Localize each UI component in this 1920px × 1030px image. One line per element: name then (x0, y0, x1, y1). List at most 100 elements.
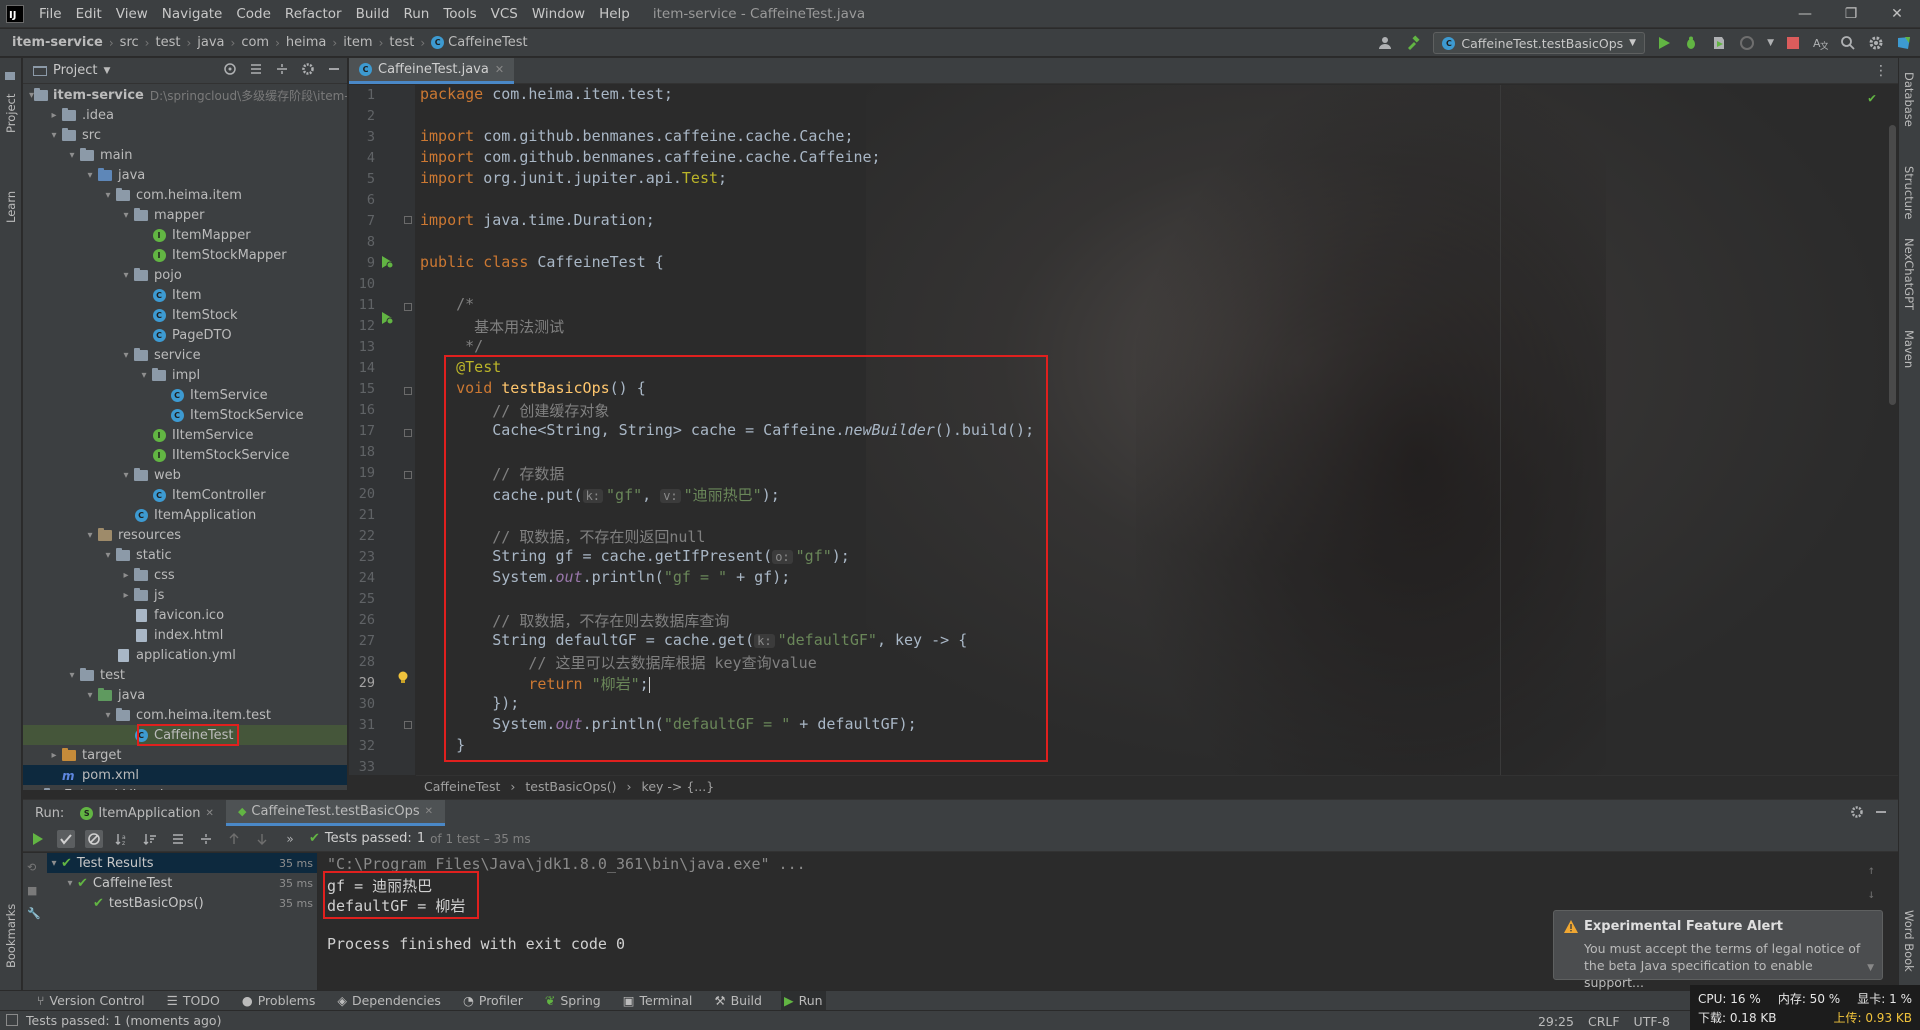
close-icon[interactable]: ✕ (206, 808, 214, 819)
tree-item[interactable]: I IItemService (23, 425, 347, 445)
tree-item[interactable]: ▾ main (23, 145, 347, 165)
sort-alpha-icon[interactable]: az (113, 830, 131, 848)
chevron-down-icon[interactable]: ▾ (101, 190, 115, 201)
translate-icon[interactable]: A文 (1812, 35, 1828, 51)
code-crumb-method[interactable]: testBasicOps() (525, 779, 616, 794)
chevron-right-icon[interactable]: ▸ (119, 570, 133, 581)
tree-item[interactable]: ▸ .idea (23, 105, 347, 125)
tool-tab-version-control[interactable]: ⑂ Version Control (34, 991, 148, 1011)
breadcrumb-caffeinetest[interactable]: C CaffeineTest (427, 35, 531, 50)
settings-gear-icon[interactable] (301, 62, 315, 76)
chevron-down-icon[interactable]: ▼ (103, 66, 110, 76)
tree-item[interactable]: C CaffeineTest (23, 724, 347, 746)
breadcrumb-item-service[interactable]: item-service (0, 35, 107, 50)
settings-gear-icon[interactable] (1868, 35, 1884, 51)
show-ignored-icon[interactable] (85, 829, 103, 848)
close-icon[interactable]: ✕ (495, 63, 504, 76)
chevron-right-icon[interactable]: ▸ (29, 790, 43, 791)
fold-marker-icon[interactable] (404, 429, 412, 437)
menu-item-file[interactable]: File (32, 6, 69, 22)
chevron-down-icon[interactable]: ▼ (1767, 38, 1774, 48)
locate-icon[interactable] (223, 62, 237, 76)
menu-item-window[interactable]: Window (525, 6, 592, 22)
chevron-right-icon[interactable]: ▸ (47, 750, 61, 761)
chevron-down-icon[interactable]: ▾ (63, 878, 77, 889)
tree-item[interactable]: ▾ pojo (23, 265, 347, 285)
tool-tab-run[interactable]: ▶ Run (780, 990, 826, 1011)
chevron-down-icon[interactable]: ▾ (65, 150, 79, 161)
tree-item[interactable]: C ItemStockService (23, 405, 347, 425)
stripe-tab-word-book[interactable]: Word Book (1902, 910, 1916, 972)
fold-marker-icon[interactable] (404, 471, 412, 479)
menu-item-edit[interactable]: Edit (69, 6, 109, 22)
scroll-down-icon[interactable]: ↓ (1868, 887, 1875, 901)
minimize-icon[interactable]: — (1782, 0, 1828, 28)
breadcrumb-test[interactable]: test (151, 35, 184, 50)
breadcrumb-com[interactable]: com (237, 35, 273, 50)
search-icon[interactable] (1840, 35, 1856, 51)
chevron-down-icon[interactable]: ▾ (83, 170, 97, 181)
stop-icon[interactable] (1786, 36, 1800, 50)
breadcrumb-heima[interactable]: heima (282, 35, 330, 50)
chevron-down-icon[interactable]: ▾ (83, 690, 97, 701)
hide-panel-icon[interactable] (327, 62, 341, 76)
tool-tab-build[interactable]: ⚒ Build (711, 991, 765, 1011)
tree-item[interactable]: I ItemMapper (23, 225, 347, 245)
expand-all-icon[interactable] (169, 830, 187, 848)
run-icon[interactable] (1657, 36, 1671, 50)
stripe-tab-learn[interactable]: Learn (4, 191, 18, 223)
test-tree-row-method[interactable]: ✔ testBasicOps() 35 ms (47, 893, 317, 913)
tool-tab-dependencies[interactable]: ◈ Dependencies (334, 991, 444, 1011)
editor-tab-caffeinetest[interactable]: C CaffeineTest.java ✕ (349, 58, 515, 84)
chevron-down-icon[interactable]: ▾ (65, 670, 79, 681)
hide-panel-icon[interactable] (1874, 805, 1888, 819)
tree-item[interactable]: ▾ src (23, 125, 347, 145)
chevron-down-icon[interactable]: ▾ (101, 550, 115, 561)
pin-icon[interactable]: ⟲ (27, 861, 41, 874)
stripe-tab-project[interactable]: Project (4, 94, 18, 133)
tree-item[interactable]: ▾ web (23, 465, 347, 485)
tree-item[interactable]: C Item (23, 285, 347, 305)
tree-item[interactable]: ▾ com.heima.item (23, 185, 347, 205)
menu-item-run[interactable]: Run (396, 6, 436, 22)
close-icon[interactable]: ✕ (425, 806, 433, 817)
profiler-icon[interactable] (1739, 35, 1755, 51)
tree-item[interactable]: C PageDTO (23, 325, 347, 345)
show-passed-icon[interactable] (57, 829, 75, 848)
project-tool-icon[interactable] (4, 70, 16, 82)
tree-item[interactable]: ▾ static (23, 545, 347, 565)
tree-item[interactable]: C ItemController (23, 485, 347, 505)
chevron-down-icon[interactable]: ▾ (101, 710, 115, 721)
rerun-icon[interactable] (29, 830, 47, 848)
tree-item[interactable]: ▾ impl (23, 365, 347, 385)
menu-item-refactor[interactable]: Refactor (278, 6, 349, 22)
chevron-down-icon[interactable]: ▾ (119, 210, 133, 221)
fold-marker-icon[interactable] (404, 387, 412, 395)
chevron-down-icon[interactable]: ▾ (119, 470, 133, 481)
tree-item[interactable]: ▾ mapper (23, 205, 347, 225)
stripe-tab-maven[interactable]: Maven (1902, 330, 1916, 368)
tree-item[interactable]: ▾ service (23, 345, 347, 365)
wrench-icon[interactable]: 🔧 (27, 907, 41, 920)
tree-item[interactable]: C ItemStock (23, 305, 347, 325)
chevron-down-icon[interactable]: ▾ (119, 350, 133, 361)
code-editor[interactable]: ✔ package com.heima.item.test; import co… (416, 85, 1898, 775)
breadcrumb-test-package[interactable]: test (385, 35, 418, 50)
coverage-icon[interactable] (1711, 35, 1727, 51)
scroll-up-icon[interactable]: ↑ (1868, 863, 1875, 877)
tool-tab-todo[interactable]: ☰ TODO (164, 991, 223, 1011)
next-test-icon[interactable] (253, 830, 271, 848)
tree-item[interactable]: I ItemStockMapper (23, 245, 347, 265)
tool-tab-spring[interactable]: ❦ Spring (542, 991, 604, 1011)
debug-icon[interactable] (1683, 35, 1699, 51)
tree-item[interactable]: C ItemApplication (23, 505, 347, 525)
status-message[interactable]: Tests passed: 1 (moments ago) (0, 1013, 221, 1028)
menu-item-help[interactable]: Help (592, 6, 637, 22)
tree-item[interactable]: ▾ item-service D:\springcloud\多级缓存阶段\item-… (23, 85, 347, 105)
fold-marker-icon[interactable] (404, 216, 412, 224)
user-icon[interactable] (1377, 35, 1393, 51)
no-problems-check-icon[interactable]: ✔ (1868, 91, 1876, 106)
tree-item[interactable]: ▾ test (23, 665, 347, 685)
editor-scrollbar[interactable] (1889, 125, 1896, 405)
tree-item[interactable]: m pom.xml (23, 765, 347, 785)
